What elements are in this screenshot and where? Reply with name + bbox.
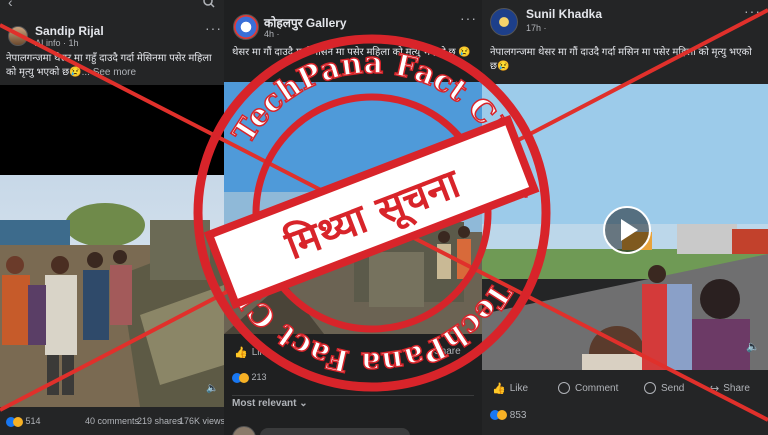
reaction-summary[interactable]: 853 — [490, 410, 526, 421]
sad-reaction-icon — [13, 416, 23, 427]
post-video[interactable]: 🔈 — [482, 84, 768, 370]
volume-icon[interactable]: 🔈 — [746, 340, 760, 353]
avatar[interactable] — [490, 8, 518, 36]
post-panel-kohalpur: कोहलपुर Gallery 4h · ··· थेसर मा गौं दाउ… — [224, 0, 482, 435]
post-subtitle: 4h · — [264, 29, 280, 39]
like-label: Like — [251, 347, 271, 358]
post-subtitle: 17h · — [526, 23, 547, 33]
like-button[interactable]: 👍 Like — [492, 382, 528, 395]
post-panel-sunil: Sunil Khadka 17h · ··· नेपालगन्जमा थेसर … — [482, 0, 768, 435]
reaction-count: 213 — [251, 372, 267, 382]
avatar[interactable] — [233, 14, 259, 40]
comment-sort-dropdown[interactable]: Most relevant ⌄ — [232, 398, 308, 409]
post-video[interactable] — [224, 82, 482, 334]
more-options-icon[interactable]: ··· — [744, 3, 761, 19]
chevron-down-icon: ⌄ — [299, 398, 308, 409]
reaction-count: 853 — [509, 410, 527, 421]
author-name[interactable]: Sunil Khadka — [526, 7, 602, 21]
sort-label: Most relevant — [232, 398, 297, 409]
post-video[interactable]: 🔈 — [0, 85, 224, 407]
like-label: Like — [509, 383, 529, 394]
volume-icon[interactable]: 🔈 — [206, 383, 218, 394]
divider — [232, 395, 474, 396]
comment-button[interactable]: Comment — [558, 382, 618, 394]
send-label: Send — [661, 382, 685, 394]
comment-bubble — [260, 428, 410, 435]
commenter-avatar[interactable] — [232, 426, 256, 435]
send-button[interactable]: Send — [644, 382, 684, 394]
reaction-summary[interactable]: 213 — [232, 372, 267, 383]
like-icon: 👍 — [234, 347, 248, 359]
sad-reaction-icon — [239, 372, 249, 383]
avatar[interactable] — [8, 26, 28, 46]
post-panel-sandip: ‹ Sandip Rijal AI info · 1h ··· नेपालगन्… — [0, 0, 224, 435]
reaction-summary[interactable]: 514 — [6, 416, 41, 427]
messenger-icon — [644, 382, 656, 394]
post-subtitle: AI info · 1h — [35, 38, 79, 48]
share-label: Share — [434, 346, 461, 357]
shares-count[interactable]: 219 shares — [137, 416, 182, 426]
author-name[interactable]: Sandip Rijal — [35, 24, 104, 38]
play-icon — [621, 219, 638, 241]
share-icon: ↪ — [710, 383, 720, 395]
comment-label: Comment — [575, 382, 619, 394]
post-caption: थेसर मा गौं दाउदै गर्दा मसिन मा पसेर महि… — [232, 47, 471, 58]
comment-icon — [558, 382, 570, 394]
share-label: Share — [723, 383, 750, 394]
share-button[interactable]: ↪ Share — [710, 382, 750, 395]
see-more-link[interactable]: ... See more — [82, 67, 136, 78]
more-options-icon[interactable]: ··· — [205, 20, 222, 36]
views-count: 176K views — [179, 416, 224, 426]
search-icon[interactable] — [203, 0, 215, 8]
comments-count[interactable]: 40 comments — [85, 416, 139, 426]
video-frame — [0, 85, 224, 407]
post-caption: नेपालगन्जमा थेसर मा गहुँ दाउदै गर्दा मेस… — [6, 52, 220, 80]
post-caption: नेपालगन्जमा थेसर मा गौं दाउदै गर्दा मसिन… — [490, 47, 752, 72]
top-bar: ‹ — [0, 0, 224, 10]
share-button[interactable]: Share — [434, 346, 461, 357]
video-frame — [224, 82, 482, 334]
reaction-count: 514 — [25, 416, 41, 426]
back-icon[interactable]: ‹ — [8, 0, 13, 10]
like-button[interactable]: 👍 Like — [234, 346, 270, 359]
play-button[interactable] — [603, 206, 651, 254]
sad-reaction-icon — [497, 410, 507, 421]
more-options-icon[interactable]: ··· — [460, 10, 477, 26]
like-icon: 👍 — [492, 383, 506, 395]
